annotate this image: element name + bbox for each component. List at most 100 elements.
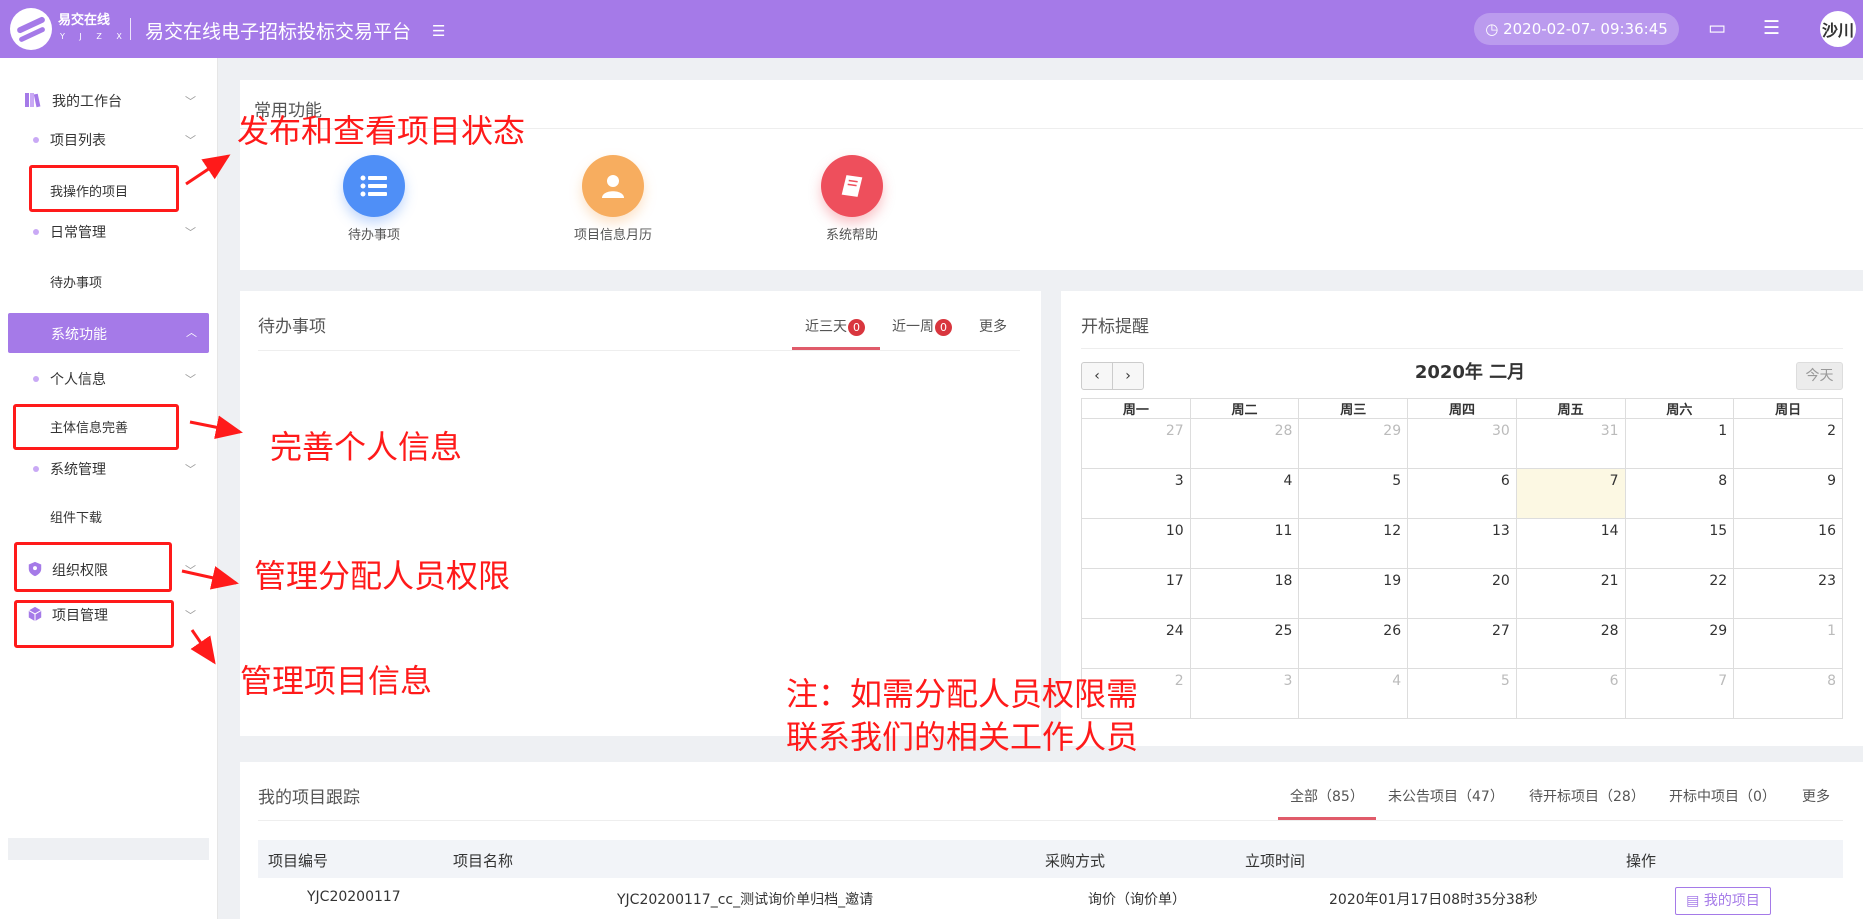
annotation-box-org-permissions [14,542,172,592]
calendar-prev-button[interactable]: ‹ [1081,362,1113,390]
project-name-cell[interactable]: YJC20200117_cc_测试询价单归档_邀请 [617,889,873,909]
column-header-code: 项目编号 [268,852,329,870]
weekday-header: 周四 [1407,398,1517,419]
calendar-grid: 周一 周二 周三 周四 周五 周六 周日 27 28 29 30 31 1 2 3 4 5 6 7 8 9 10 11 12… [1081,398,1843,719]
annotation-text-project: 管理项目信息 [240,662,433,700]
calendar-day-cell[interactable]: 27 [1081,418,1191,469]
tab-more-projects[interactable]: 更多 [1802,786,1830,806]
bullet-dot [33,466,39,472]
tab-last-week[interactable]: 近一周 0 [892,316,952,336]
calendar-day-cell[interactable]: 20 [1407,568,1517,619]
calendar-day-cell[interactable]: 12 [1298,518,1409,569]
todo-quick-label[interactable]: 待办事项 [304,224,444,243]
calendar-day-cell[interactable]: 14 [1515,518,1626,569]
column-header-name: 项目名称 [453,852,514,870]
calendar-day-cell[interactable]: 28 [1515,618,1626,669]
calendar-day-cell[interactable]: 19 [1298,568,1409,619]
header-divider [130,18,131,40]
calendar-day-cell[interactable]: 27 [1407,618,1517,669]
sidebar-item-system-functions[interactable]: 系统功能 ︿ [8,313,209,353]
weekday-header: 周二 [1189,398,1300,419]
user-avatar[interactable]: 沙川 [1820,11,1856,47]
monitor-icon[interactable]: ▭ [1708,17,1726,39]
calendar-day-cell[interactable]: 6 [1515,668,1626,719]
calendar-day-cell[interactable]: 3 [1081,468,1191,519]
calendar-day-cell[interactable]: 22 [1624,568,1735,619]
project-calendar-quick-button[interactable] [582,155,644,217]
calendar-day-cell[interactable]: 7 [1515,468,1626,519]
calendar-day-cell[interactable]: 8 [1733,668,1843,719]
calendar-day-cell[interactable]: 17 [1081,568,1191,619]
calendar-day-cell[interactable]: 7 [1624,668,1735,719]
system-help-quick-label[interactable]: 系统帮助 [782,224,922,243]
sidebar-item-label: 项目列表 [50,133,106,149]
calendar-day-cell[interactable]: 2 [1733,418,1843,469]
chevron-down-icon: ﹀ [185,609,196,622]
tab-all-projects[interactable]: 全部（85） [1290,786,1364,806]
tab-last-three-days[interactable]: 近三天 0 [805,316,865,336]
chevron-up-icon: ︿ [186,326,197,339]
calendar-today-button[interactable]: 今天 [1796,362,1843,390]
list-icon[interactable]: ☰ [1763,17,1780,39]
calendar-day-cell[interactable]: 10 [1081,518,1191,569]
calendar-day-cell[interactable]: 31 [1515,418,1626,469]
calendar-day-cell[interactable]: 5 [1298,468,1409,519]
logo-subtext: Y J Z X [60,32,128,41]
tab-opening-projects[interactable]: 开标中项目（0） [1669,786,1776,806]
bullet-dot [33,137,39,143]
annotation-note-line1: 注：如需分配人员权限需 [786,675,1139,713]
annotation-box-my-projects [29,165,179,212]
calendar-next-button[interactable]: › [1112,362,1144,390]
calendar-day-cell[interactable]: 23 [1733,568,1843,619]
column-header-time: 立项时间 [1245,852,1306,870]
calendar-day-cell[interactable]: 28 [1189,418,1300,469]
calendar-day-cell[interactable]: 3 [1189,668,1300,719]
weekday-header: 周一 [1081,398,1191,419]
calendar-day-cell[interactable]: 21 [1515,568,1626,619]
active-tab-underline [792,347,880,350]
calendar-week-row: 24 25 26 27 28 29 1 [1081,618,1843,669]
sidebar-item-label: 待办事项 [50,276,103,291]
calendar-day-cell[interactable]: 1 [1733,618,1843,669]
calendar-day-cell[interactable]: 4 [1298,668,1409,719]
divider [1081,348,1843,349]
datetime-text: 2020-02-07- 09:36:45 [1503,20,1668,38]
system-help-quick-button[interactable] [821,155,883,217]
calendar-day-cell[interactable]: 29 [1298,418,1409,469]
menu-toggle-icon[interactable]: ☰ [432,22,445,40]
calendar-day-cell[interactable]: 18 [1189,568,1300,619]
annotation-note-line2: 联系我们的相关工作人员 [786,718,1139,756]
annotation-box-entity-info [13,404,179,450]
bullet-dot [33,376,39,382]
calendar-day-cell[interactable]: 25 [1189,618,1300,669]
divider [258,820,1843,821]
tab-unannounced-projects[interactable]: 未公告项目（47） [1388,786,1504,806]
calendar-day-cell[interactable]: 9 [1733,468,1843,519]
tab-pending-opening-projects[interactable]: 待开标项目（28） [1529,786,1645,806]
calendar-day-cell[interactable]: 30 [1407,418,1517,469]
calendar-day-cell[interactable]: 6 [1407,468,1517,519]
my-project-button[interactable]: ▤ 我的项目 [1675,887,1771,915]
calendar-day-cell[interactable]: 5 [1407,668,1517,719]
project-method-cell: 询价（询价单） [1088,892,1186,908]
calendar-day-cell[interactable]: 15 [1624,518,1735,569]
todo-quick-button[interactable] [343,155,405,217]
chevron-down-icon: ﹀ [185,95,196,108]
document-icon: ▤ [1686,893,1700,909]
chevron-down-icon: ﹀ [185,134,196,147]
calendar-day-cell[interactable]: 1 [1624,418,1735,469]
calendar-day-cell[interactable]: 29 [1624,618,1735,669]
calendar-day-cell[interactable]: 24 [1081,618,1191,669]
calendar-day-cell[interactable]: 8 [1624,468,1735,519]
calendar-day-cell[interactable]: 11 [1189,518,1300,569]
tab-more[interactable]: 更多 [979,316,1007,336]
calendar-day-cell[interactable]: 26 [1298,618,1409,669]
calendar-day-cell[interactable]: 4 [1189,468,1300,519]
chevron-down-icon: ﹀ [185,463,196,476]
project-calendar-quick-label[interactable]: 项目信息月历 [543,224,683,243]
sidebar-bottom-bar [8,838,209,860]
calendar-day-cell[interactable]: 13 [1407,518,1517,569]
weekday-header: 周五 [1515,398,1626,419]
tab-label: 近一周 [892,319,934,335]
calendar-day-cell[interactable]: 16 [1733,518,1843,569]
